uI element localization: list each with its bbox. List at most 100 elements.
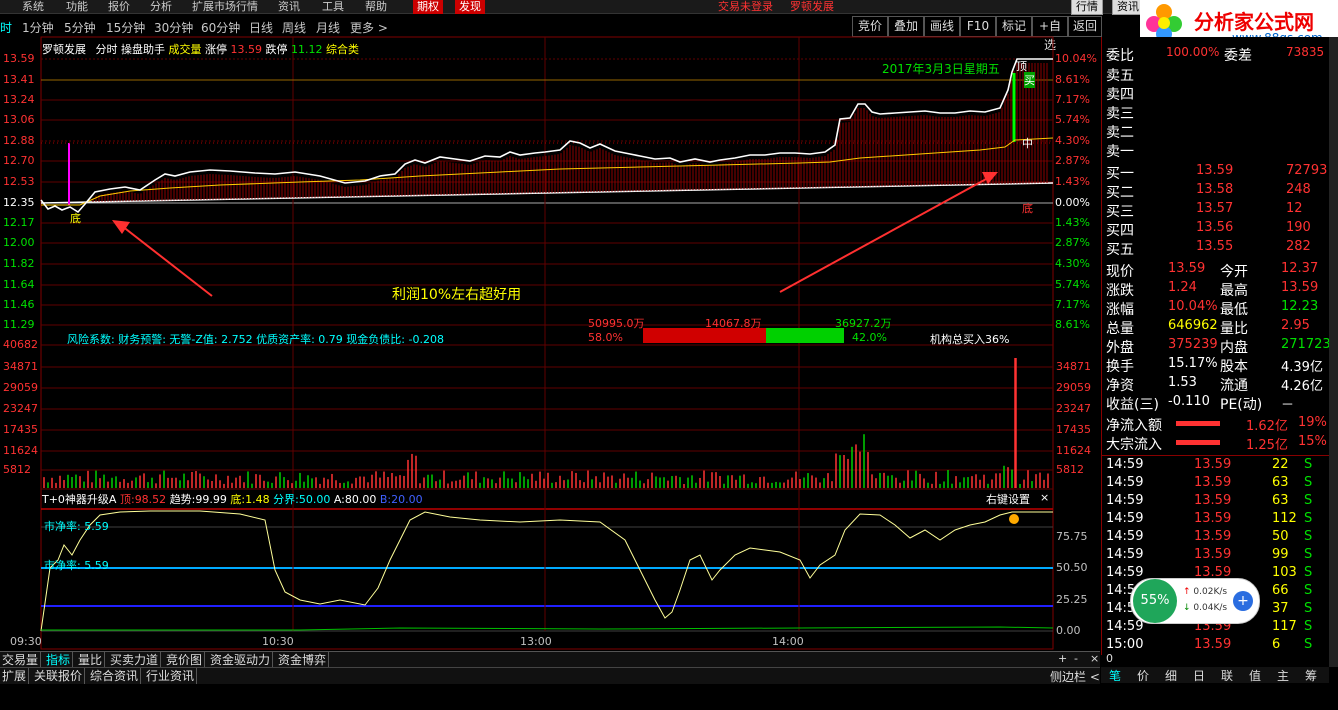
add-icon[interactable]: + <box>1233 591 1253 611</box>
bottom-tab-2[interactable]: 综合资讯 <box>88 668 142 684</box>
tick-price: 13.59 <box>1194 493 1232 508</box>
buy-row[interactable]: 买一 13.59 72793 <box>1106 163 1328 182</box>
pctaxis-label: 4.30% <box>1055 257 1090 270</box>
ind-bottom-label: 底: <box>230 493 246 506</box>
buy-label: 买一 <box>1106 166 1134 182</box>
vol-label: 成交量 <box>168 43 202 56</box>
bottom-tab-2[interactable]: 扩展 <box>0 668 30 684</box>
bottom-ctrl-button[interactable]: × <box>1090 652 1099 665</box>
right-tab[interactable]: 笔 <box>1109 667 1121 684</box>
buy-marker: 买 <box>1024 72 1035 88</box>
indicator-header: T+0神器升级A 顶:98.52 趋势:99.99 底:1.48 分界:50.0… <box>42 491 423 507</box>
quote-value-2: 271723 <box>1281 337 1331 352</box>
quote-label-1: 现价 <box>1106 264 1134 280</box>
right-tab[interactable]: 价 <box>1137 667 1149 684</box>
bottom-tab[interactable]: 资金驱动力 <box>208 652 274 668</box>
right-tab[interactable]: 联 <box>1221 667 1233 684</box>
flow-bar <box>1176 440 1220 445</box>
bottom-tab[interactable]: 资金博弈 <box>276 652 330 668</box>
indicator-green-line <box>41 626 1054 631</box>
quote-row: 收益(三) -0.110 PE(动) － <box>1106 394 1328 413</box>
indicator-close-icon[interactable]: × <box>1040 491 1049 504</box>
quote-row: 净资 1.53 流通 4.26亿 <box>1106 375 1328 394</box>
ind-bottom-val: 1.48 <box>245 493 270 506</box>
right-tab[interactable]: 细 <box>1165 667 1177 684</box>
bottom-tab[interactable]: 买卖力道 <box>108 652 162 668</box>
bottom-tab[interactable]: 量比 <box>76 652 106 668</box>
taxis-label: 09:30 <box>10 635 42 648</box>
right-tab[interactable]: 主 <box>1277 667 1289 684</box>
pb-ratio-1: 市净率: 5.59 <box>44 520 109 533</box>
quote-label-2: 今开 <box>1220 264 1248 280</box>
pctaxis-label: 7.17% <box>1055 298 1090 311</box>
quote-label-1: 净资 <box>1106 378 1134 394</box>
bottom-tab[interactable]: 竞价图 <box>164 652 206 668</box>
vaxis-left-label: 34871 <box>3 360 38 373</box>
flow-value: 1.25亿 <box>1246 438 1288 453</box>
chart-mode: 分时 <box>95 43 118 56</box>
vaxis-label: 40682 <box>3 338 38 351</box>
tick-time: 14:59 <box>1106 529 1144 544</box>
indicator-settings[interactable]: 右键设置 <box>986 491 1030 507</box>
buy-row[interactable]: 买五 13.55 282 <box>1106 239 1328 258</box>
bottom-tabs-2: 扩展 关联报价 综合资讯 行业资讯 <box>0 667 1100 684</box>
buy-row[interactable]: 买三 13.57 12 <box>1106 201 1328 220</box>
network-widget[interactable]: 55% ↑ 0.02K/s ↓ 0.04K/s + <box>1130 578 1260 624</box>
net-up-val: 0.02K/s <box>1193 587 1228 597</box>
quote-label-2: 内盘 <box>1220 340 1248 356</box>
buy-volume: 248 <box>1286 182 1311 197</box>
tick-side: S <box>1304 475 1313 490</box>
bottom-tab-2[interactable]: 行业资讯 <box>144 668 198 684</box>
mid-marker: 中 <box>1022 137 1033 150</box>
tick-time: 14:59 <box>1106 457 1144 472</box>
sell-row: 卖五 <box>1106 65 1328 84</box>
quote-row: 现价 13.59 今开 12.37 <box>1106 261 1328 280</box>
risk-info: 风险系数: 财务预警: 无警-Z值: 2.752 优质资产率: 0.79 现金负… <box>67 333 444 346</box>
tick-price: 13.59 <box>1194 511 1232 526</box>
net-up-speed: ↑ 0.02K/s <box>1183 587 1227 597</box>
bottom-tab-2[interactable]: 关联报价 <box>32 668 86 684</box>
iaxis-label: 75.75 <box>1056 530 1088 543</box>
vaxis-label: 29059 <box>1056 381 1091 394</box>
tick-time: 14:59 <box>1106 475 1144 490</box>
buy-row[interactable]: 买四 13.56 190 <box>1106 220 1328 239</box>
net-down-speed: ↓ 0.04K/s <box>1183 603 1227 613</box>
paxis-label: 12.53 <box>3 175 35 188</box>
indicator-name: T+0神器升级A <box>42 493 117 506</box>
ind-boundary-label: 分界: <box>273 493 299 506</box>
right-tab[interactable]: 筹 <box>1305 667 1317 684</box>
ind-b-label: B: <box>379 493 392 506</box>
quote-label-2: 最低 <box>1220 302 1248 318</box>
bottom-tab[interactable]: 指标 <box>44 652 74 668</box>
right-tab[interactable]: 值 <box>1249 667 1261 684</box>
tick-row: 14:59 13.59 99 S <box>1106 547 1328 565</box>
vaxis-left-label: 5812 <box>3 463 31 476</box>
helper-label: 操盘助手 <box>121 43 165 56</box>
risk-left-amount: 50995.0万 <box>588 317 645 330</box>
taxis-label: 14:00 <box>772 635 804 648</box>
scrollbar[interactable] <box>1329 37 1338 667</box>
bottom-ctrl-button[interactable]: 0 <box>1106 652 1113 665</box>
quote-value-1: 646962 <box>1168 318 1218 333</box>
tick-side: S <box>1304 547 1313 562</box>
side-bar-toggle[interactable]: 侧边栏 < <box>1050 668 1100 685</box>
pctaxis-label: 5.74% <box>1055 113 1090 126</box>
buy-row[interactable]: 买二 13.58 248 <box>1106 182 1328 201</box>
intraday-chart[interactable] <box>0 0 1100 651</box>
pctaxis-label: 4.30% <box>1055 134 1090 147</box>
quote-label-2: 量比 <box>1220 321 1248 337</box>
wei-cha-value: 73835 <box>1286 45 1325 59</box>
ind-trend-label: 趋势: <box>169 493 196 506</box>
right-tab[interactable]: 日 <box>1193 667 1205 684</box>
bottom-ctrl-button[interactable]: - <box>1074 652 1078 665</box>
ind-a-label: A: <box>333 493 345 506</box>
tick-side: S <box>1304 457 1313 472</box>
tick-time: 14:59 <box>1106 619 1144 634</box>
indicator-line <box>40 510 1053 632</box>
bottom-tab[interactable]: 交易量 <box>0 652 42 668</box>
quote-value-2: 4.26亿 <box>1281 379 1323 394</box>
tick-price: 13.59 <box>1194 637 1232 652</box>
tick-row: 15:00 13.59 6 S <box>1106 637 1328 655</box>
bottom-ctrl-button[interactable]: + <box>1058 652 1067 665</box>
wei-bi-row: 委比 100.00% 委差 73835 <box>1106 45 1328 64</box>
